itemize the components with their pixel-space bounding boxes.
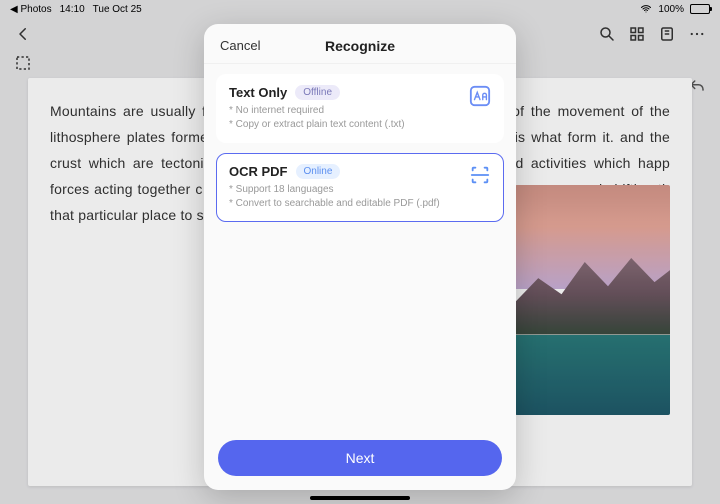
option-text-only[interactable]: Text Only Offline * No internet required… bbox=[216, 74, 504, 143]
modal-body: Text Only Offline * No internet required… bbox=[204, 64, 516, 428]
modal-overlay: Cancel Recognize Text Only Offline * No … bbox=[0, 0, 720, 504]
modal-header: Cancel Recognize bbox=[204, 24, 516, 64]
recognize-modal: Cancel Recognize Text Only Offline * No … bbox=[204, 24, 516, 490]
home-indicator[interactable] bbox=[310, 496, 410, 500]
option-desc-line: * No internet required bbox=[229, 104, 491, 118]
offline-badge: Offline bbox=[295, 85, 340, 100]
modal-title: Recognize bbox=[325, 38, 395, 54]
option-title: OCR PDF bbox=[229, 164, 288, 179]
next-button[interactable]: Next bbox=[218, 440, 502, 476]
cancel-button[interactable]: Cancel bbox=[220, 38, 260, 53]
option-desc-line: * Convert to searchable and editable PDF… bbox=[229, 197, 491, 211]
option-desc-line: * Support 18 languages bbox=[229, 183, 491, 197]
scan-ocr-icon bbox=[469, 164, 491, 186]
online-badge: Online bbox=[296, 164, 341, 179]
modal-footer: Next bbox=[204, 428, 516, 490]
option-title: Text Only bbox=[229, 85, 287, 100]
option-ocr-pdf[interactable]: OCR PDF Online * Support 18 languages * … bbox=[216, 153, 504, 222]
option-desc-line: * Copy or extract plain text content (.t… bbox=[229, 118, 491, 132]
text-aa-icon bbox=[469, 85, 491, 107]
